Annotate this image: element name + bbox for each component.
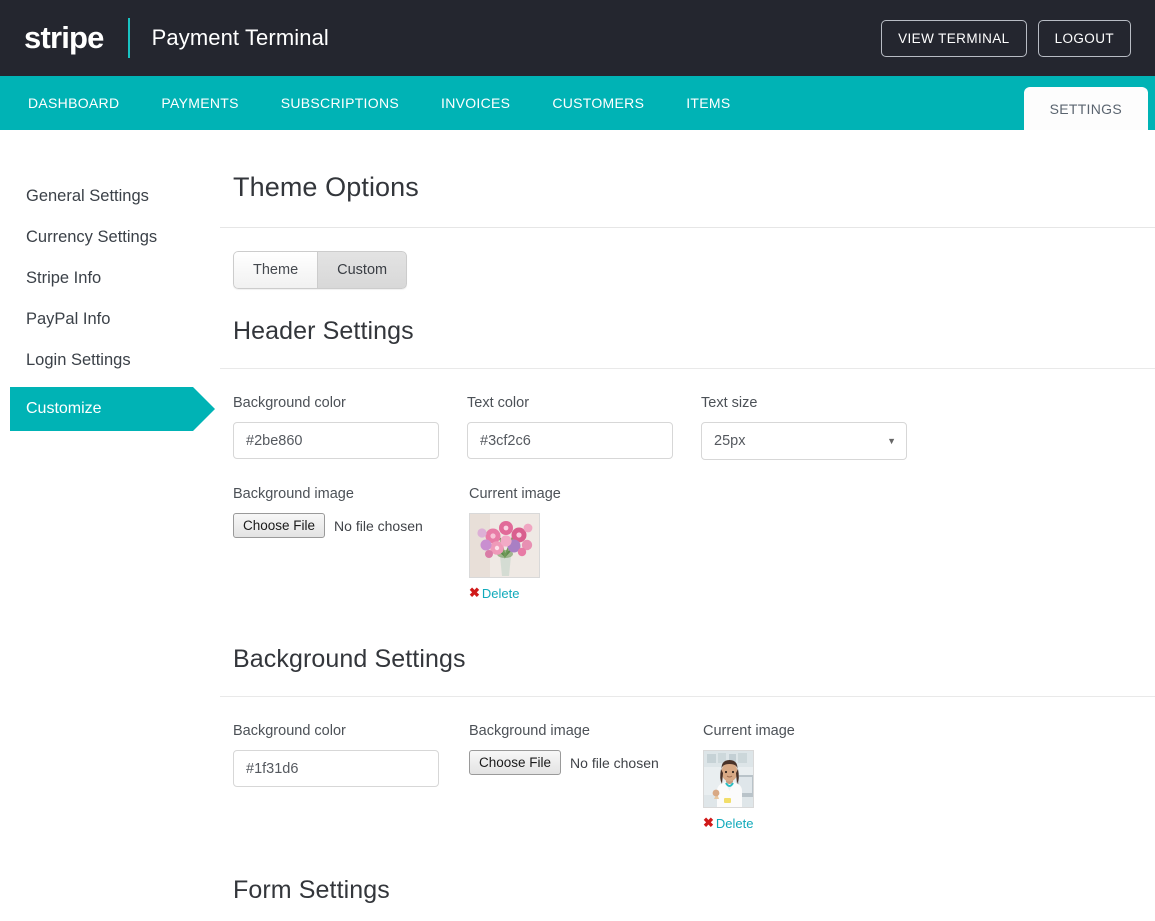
header-no-file-chosen-text: No file chosen xyxy=(334,517,423,534)
header-background-image-field: Background image Choose File No file cho… xyxy=(233,486,469,601)
header-current-image-delete-link[interactable]: ✖ Delete xyxy=(469,585,561,601)
header-background-color-label: Background color xyxy=(233,395,346,411)
sidebar-item-currency-settings[interactable]: Currency Settings xyxy=(0,217,212,258)
background-color-label: Background color xyxy=(233,723,346,739)
pharmacist-at-desk-icon xyxy=(704,751,753,807)
header-text-size-label: Text size xyxy=(701,395,758,411)
header-text-color-input-wrap xyxy=(467,422,673,459)
background-image-label: Background image xyxy=(469,723,590,739)
background-color-input-wrap xyxy=(233,750,439,787)
header-current-image-label: Current image xyxy=(469,486,561,502)
stripe-logo: stripe xyxy=(24,20,104,55)
page-title-divider xyxy=(220,227,1155,228)
background-settings-divider xyxy=(220,696,1155,697)
close-icon: ✖ xyxy=(469,585,480,600)
header-current-image-field: Current image ✖ Delete xyxy=(469,486,561,601)
app-title: Payment Terminal xyxy=(151,25,329,50)
header-settings-color-row: Background color Text color xyxy=(220,395,1155,460)
background-current-image-delete-link[interactable]: ✖ Delete xyxy=(703,815,795,831)
nav-item-dashboard[interactable]: DASHBOARD xyxy=(28,76,140,130)
header-background-color-input[interactable] xyxy=(234,423,438,458)
background-color-input[interactable] xyxy=(234,751,438,786)
background-choose-file-button[interactable]: Choose File xyxy=(469,750,562,775)
top-header-bar: stripe Payment Terminal VIEW TERMINAL LO… xyxy=(0,0,1155,76)
logout-button[interactable]: LOGOUT xyxy=(1037,19,1131,57)
flower-bouquet-icon xyxy=(470,514,539,577)
theme-mode-toggle-group: Theme Custom xyxy=(233,251,408,289)
section-title-background-settings: Background Settings xyxy=(233,645,466,673)
header-background-image-file-row: Choose File No file chosen xyxy=(233,513,469,538)
header-current-image-thumbnail xyxy=(469,513,540,578)
close-icon: ✖ xyxy=(703,815,714,830)
header-text-color-input[interactable] xyxy=(468,423,672,458)
background-current-image-field: Current image ✖ Delete xyxy=(703,723,795,831)
section-title-form-settings: Form Settings xyxy=(233,876,390,904)
main-navigation-bar: DASHBOARD PAYMENTS SUBSCRIPTIONS INVOICE… xyxy=(0,76,1155,130)
theme-mode-button-custom[interactable]: Custom xyxy=(317,251,408,289)
nav-item-invoices[interactable]: INVOICES xyxy=(420,76,531,130)
brand-divider xyxy=(127,18,130,58)
view-terminal-button[interactable]: VIEW TERMINAL xyxy=(881,19,1027,57)
background-current-image-label: Current image xyxy=(703,723,795,739)
sidebar-item-paypal-info[interactable]: PayPal Info xyxy=(0,299,212,340)
background-image-file-row: Choose File No file chosen xyxy=(469,750,703,775)
sidebar-item-customize-label: Customize xyxy=(26,400,102,417)
background-image-field: Background image Choose File No file cho… xyxy=(469,723,703,831)
background-no-file-chosen-text: No file chosen xyxy=(570,754,659,771)
header-text-size-select-wrap: 25px ▼ xyxy=(701,422,907,460)
header-settings-divider xyxy=(220,368,1155,369)
nav-item-customers[interactable]: CUSTOMERS xyxy=(531,76,665,130)
header-choose-file-button[interactable]: Choose File xyxy=(233,513,326,538)
brand-block: stripe Payment Terminal xyxy=(24,18,329,58)
header-text-size-field: Text size 25px ▼ xyxy=(701,395,907,460)
page-title: Theme Options xyxy=(233,172,419,202)
sidebar-item-general-settings[interactable]: General Settings xyxy=(0,176,212,217)
settings-content: Theme Options Theme Custom Header Settin… xyxy=(212,172,1155,921)
background-delete-label: Delete xyxy=(715,815,754,831)
header-text-size-value: 25px xyxy=(714,433,746,449)
sidebar-item-login-settings[interactable]: Login Settings xyxy=(0,340,212,381)
header-background-color-field: Background color xyxy=(233,395,467,460)
nav-item-subscriptions[interactable]: SUBSCRIPTIONS xyxy=(260,76,420,130)
header-delete-label: Delete xyxy=(481,585,520,601)
background-settings-row: Background color Background image Choose… xyxy=(220,723,1155,831)
background-color-field: Background color xyxy=(233,723,469,831)
sidebar-item-customize[interactable]: Customize xyxy=(10,387,215,431)
header-settings-image-row: Background image Choose File No file cho… xyxy=(220,486,1155,601)
section-title-header-settings: Header Settings xyxy=(233,317,414,345)
header-text-size-select[interactable]: 25px xyxy=(701,422,907,460)
settings-sidebar: General Settings Currency Settings Strip… xyxy=(0,172,215,921)
header-background-color-input-wrap xyxy=(233,422,439,459)
header-text-color-label: Text color xyxy=(467,395,530,411)
nav-tab-settings[interactable]: SETTINGS xyxy=(1023,87,1148,130)
sidebar-item-stripe-info[interactable]: Stripe Info xyxy=(0,258,212,299)
theme-mode-button-theme[interactable]: Theme xyxy=(233,251,318,289)
header-actions: VIEW TERMINAL LOGOUT xyxy=(881,19,1131,57)
header-text-color-field: Text color xyxy=(467,395,701,460)
nav-items: DASHBOARD PAYMENTS SUBSCRIPTIONS INVOICE… xyxy=(28,76,752,130)
header-background-image-label: Background image xyxy=(233,486,354,502)
nav-item-items[interactable]: ITEMS xyxy=(665,76,751,130)
nav-item-payments[interactable]: PAYMENTS xyxy=(140,76,259,130)
page-body: General Settings Currency Settings Strip… xyxy=(0,130,1155,921)
background-current-image-thumbnail xyxy=(703,750,754,808)
